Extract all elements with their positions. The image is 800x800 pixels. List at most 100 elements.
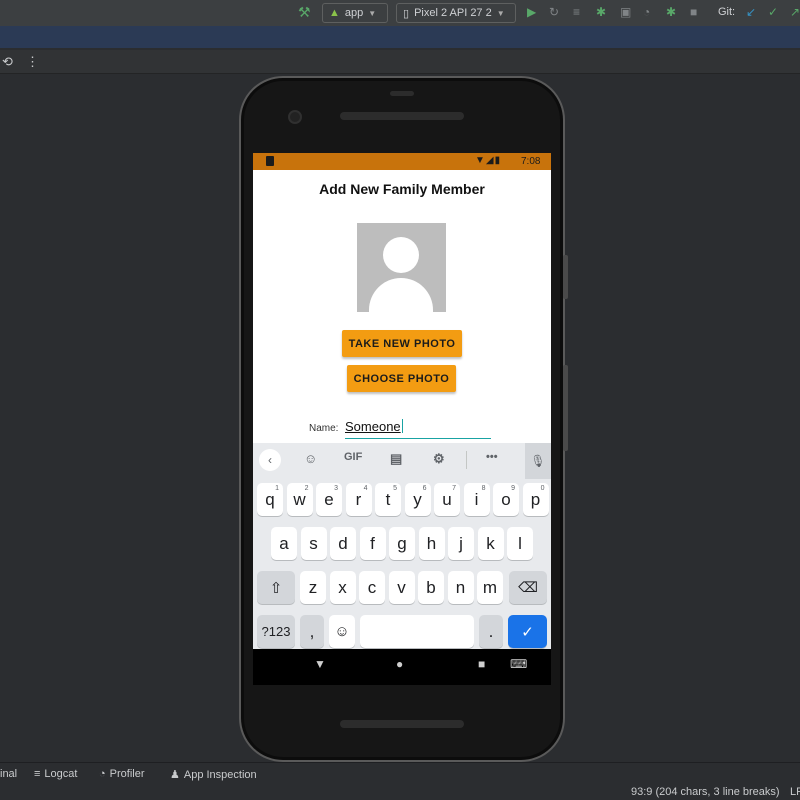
android-icon: ▲ bbox=[329, 7, 340, 19]
more-icon[interactable]: ••• bbox=[486, 451, 498, 463]
logcat-tab[interactable]: ≡ Logcat bbox=[34, 768, 77, 780]
top-sensor bbox=[390, 91, 414, 96]
history-icon[interactable]: ⟲ bbox=[2, 54, 13, 70]
key-p[interactable]: p0 bbox=[522, 483, 549, 516]
run-icon[interactable]: ▶ bbox=[527, 5, 536, 19]
logcat-icon: ≡ bbox=[34, 768, 41, 780]
name-value: Someone bbox=[345, 419, 401, 434]
sd-card-icon bbox=[266, 156, 274, 166]
avatar-placeholder-icon bbox=[357, 223, 446, 312]
status-time: 7:08 bbox=[521, 156, 541, 167]
inspection-icon: ♟ bbox=[170, 769, 180, 781]
key-y[interactable]: y6 bbox=[404, 483, 431, 516]
key-j[interactable]: j bbox=[448, 527, 474, 560]
chevron-down-icon: ▼ bbox=[368, 8, 377, 18]
android-status-bar: ▼◢▮ 7:08 bbox=[253, 153, 551, 170]
choose-photo-button[interactable]: CHOOSE PHOTO bbox=[347, 365, 456, 392]
rerun-icon[interactable]: ↻ bbox=[549, 5, 559, 19]
emulator-toolbar: ⟲ ⋮ bbox=[0, 50, 800, 74]
soft-keyboard: ‹ ☺ GIF ▤ ⚙ ••• 🎙 ⇧ ⌫ ?123 , ☺ . ✓ q1w2e… bbox=[253, 443, 551, 649]
git-commit-icon[interactable]: ✓ bbox=[768, 5, 778, 19]
key-l[interactable]: l bbox=[507, 527, 533, 560]
logcat-tab-label: Logcat bbox=[44, 768, 78, 780]
home-circle-icon[interactable]: ● bbox=[396, 657, 403, 671]
line-separator[interactable]: LF bbox=[790, 786, 800, 798]
keyboard-switch-icon[interactable]: ⌨ bbox=[510, 657, 527, 671]
key-w[interactable]: w2 bbox=[286, 483, 313, 516]
tool-window-bar: inal ≡ Logcat ◔ Profiler ♟ App Inspection bbox=[0, 762, 800, 784]
key-o[interactable]: o9 bbox=[493, 483, 519, 516]
terminal-tab[interactable]: inal bbox=[0, 768, 17, 780]
microphone-icon[interactable]: 🎙 bbox=[525, 443, 551, 479]
settings-gear-icon[interactable]: ⚙ bbox=[433, 451, 445, 467]
key-z[interactable]: z bbox=[300, 571, 326, 604]
key-i[interactable]: i8 bbox=[463, 483, 490, 516]
key-r[interactable]: r4 bbox=[345, 483, 372, 516]
phone-screen: ▼◢▮ 7:08 Add New Family Member TAKE NEW … bbox=[253, 153, 551, 685]
profiler-tab-label: Profiler bbox=[109, 768, 145, 780]
recents-square-icon[interactable]: ■ bbox=[478, 657, 485, 671]
terminal-tab-label: inal bbox=[0, 768, 18, 780]
profiler-tab[interactable]: ◔ Profiler bbox=[99, 768, 145, 780]
caret-position[interactable]: 93:9 (204 chars, 3 line breaks) bbox=[631, 786, 780, 798]
key-b[interactable]: b bbox=[418, 571, 444, 604]
bottom-speaker bbox=[340, 720, 464, 728]
key-e[interactable]: e3 bbox=[316, 483, 342, 516]
key-v[interactable]: v bbox=[388, 571, 415, 604]
git-update-icon[interactable]: ↙ bbox=[746, 5, 756, 19]
key-k[interactable]: k bbox=[477, 527, 504, 560]
git-push-icon[interactable]: ↗ bbox=[790, 5, 800, 19]
debug-icon[interactable]: ✱ bbox=[596, 5, 606, 19]
top-speaker bbox=[340, 112, 464, 120]
keyboard-toolbar: ‹ ☺ GIF ▤ ⚙ ••• 🎙 bbox=[253, 443, 551, 479]
build-hammer-icon[interactable]: ⚒ bbox=[298, 4, 311, 21]
attach-icon[interactable]: ▣ bbox=[620, 5, 631, 19]
page-title: Add New Family Member bbox=[319, 181, 485, 197]
attach-debugger-icon[interactable]: ✱ bbox=[666, 5, 676, 19]
key-t[interactable]: t5 bbox=[375, 483, 401, 516]
shift-icon[interactable]: ⇧ bbox=[257, 571, 295, 604]
gif-button[interactable]: GIF bbox=[344, 451, 362, 463]
key-c[interactable]: c bbox=[359, 571, 385, 604]
backspace-icon[interactable]: ⌫ bbox=[509, 571, 547, 604]
take-new-photo-button[interactable]: TAKE NEW PHOTO bbox=[342, 330, 462, 357]
phone-icon: ▯ bbox=[403, 7, 410, 20]
run-config-select[interactable]: ▲ app ▼ bbox=[322, 3, 388, 23]
emoji-icon[interactable]: ☺ bbox=[329, 615, 355, 648]
sticker-icon[interactable]: ☺ bbox=[304, 451, 317, 466]
period-key[interactable]: . bbox=[479, 615, 503, 648]
key-a[interactable]: a bbox=[271, 527, 297, 560]
key-s[interactable]: s bbox=[300, 527, 327, 560]
key-g[interactable]: g bbox=[389, 527, 415, 560]
editor-tab-strip bbox=[0, 26, 800, 48]
space-bar[interactable] bbox=[360, 615, 474, 648]
signal-battery-icon: ▼◢▮ bbox=[475, 155, 502, 166]
git-label: Git: bbox=[718, 6, 736, 18]
enter-check-icon[interactable]: ✓ bbox=[508, 615, 547, 648]
volume-button bbox=[563, 365, 568, 451]
key-m[interactable]: m bbox=[477, 571, 503, 604]
ide-toolbar: ⚒ ▲ app ▼ ▯ Pixel 2 API 27 2 ▼ ▶ ↻ ≡ ✱ ▣… bbox=[0, 0, 800, 26]
more-options-icon[interactable]: ⋮ bbox=[26, 54, 39, 70]
chevron-down-icon: ▼ bbox=[496, 8, 505, 18]
symbols-key[interactable]: ?123 bbox=[257, 615, 295, 648]
clipboard-icon[interactable]: ▤ bbox=[390, 451, 402, 467]
device-select[interactable]: ▯ Pixel 2 API 27 2 ▼ bbox=[396, 3, 516, 23]
app-inspection-tab[interactable]: ♟ App Inspection bbox=[170, 768, 257, 782]
comma-key[interactable]: , bbox=[300, 615, 324, 648]
key-h[interactable]: h bbox=[418, 527, 445, 560]
key-q[interactable]: q1 bbox=[257, 483, 283, 516]
key-n[interactable]: n bbox=[447, 571, 474, 604]
name-field[interactable]: Someone bbox=[345, 419, 491, 439]
apply-changes-icon[interactable]: ≡ bbox=[573, 5, 580, 19]
profile-icon[interactable]: ◔ bbox=[643, 5, 650, 19]
key-d[interactable]: d bbox=[330, 527, 356, 560]
back-triangle-icon[interactable]: ▼ bbox=[314, 657, 326, 671]
power-button bbox=[563, 255, 568, 299]
key-u[interactable]: u7 bbox=[434, 483, 460, 516]
chevron-left-icon[interactable]: ‹ bbox=[259, 449, 281, 471]
stop-icon[interactable]: ■ bbox=[690, 5, 697, 19]
ide-status-bar: 93:9 (204 chars, 3 line breaks) LF bbox=[0, 784, 800, 800]
key-x[interactable]: x bbox=[329, 571, 356, 604]
key-f[interactable]: f bbox=[359, 527, 386, 560]
